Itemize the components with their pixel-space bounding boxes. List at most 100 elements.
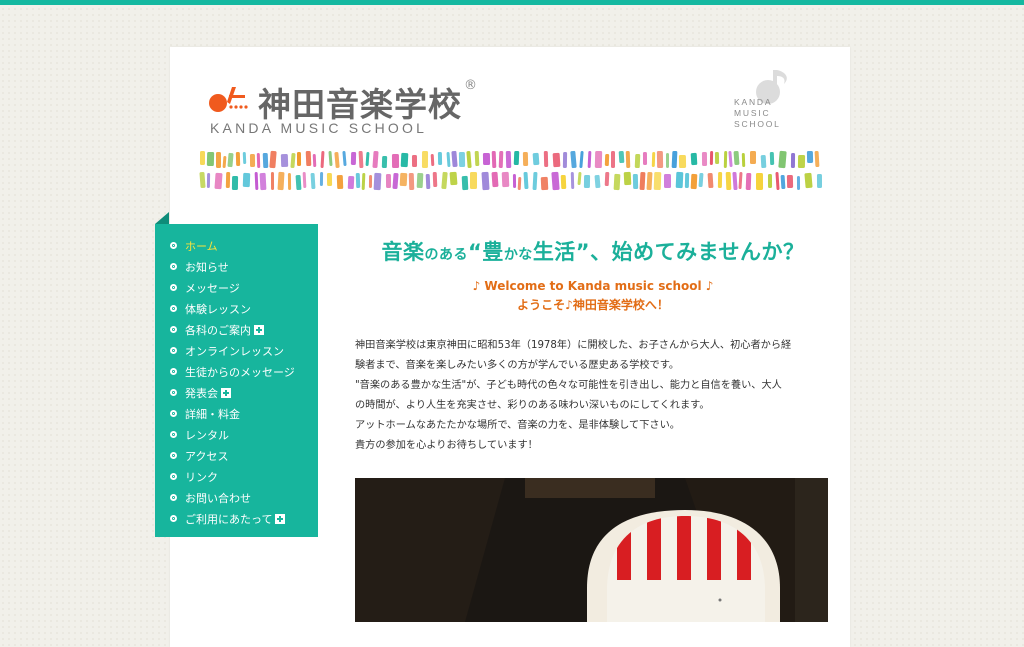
brushstroke xyxy=(656,150,664,169)
expand-plus-icon[interactable] xyxy=(221,387,231,398)
brushstroke xyxy=(707,172,714,189)
brushstroke xyxy=(461,175,469,191)
brushstroke xyxy=(491,171,499,188)
brushstroke xyxy=(796,176,801,190)
brushstroke xyxy=(432,171,438,188)
brushstroke xyxy=(775,172,780,190)
brushstroke xyxy=(319,172,324,186)
brushstroke xyxy=(368,175,373,188)
nav-item-trial-lesson[interactable]: 体験レッスン xyxy=(170,298,295,319)
bullet-icon xyxy=(170,368,177,375)
brushstroke xyxy=(358,150,364,169)
brushstroke xyxy=(741,153,746,167)
brushstroke xyxy=(769,151,775,166)
brushstroke xyxy=(498,150,504,169)
brushstroke xyxy=(780,174,786,190)
brushstroke xyxy=(416,172,424,189)
nav-item-contact[interactable]: お問い合わせ xyxy=(170,487,295,508)
expand-plus-icon[interactable] xyxy=(254,324,264,335)
brushstroke xyxy=(570,172,575,189)
brushstroke xyxy=(290,152,296,169)
page-headline: 音楽のある“豊かな生活”、始めてみませんか？ xyxy=(381,240,805,264)
brushstroke xyxy=(562,151,568,169)
nav-item-access[interactable]: アクセス xyxy=(170,445,295,466)
brushstroke xyxy=(723,151,728,168)
brushstroke xyxy=(651,152,656,167)
expand-plus-icon[interactable] xyxy=(275,513,286,524)
brushstroke xyxy=(491,150,497,169)
nav-item-details-fees[interactable]: 詳細・料金 xyxy=(170,403,295,424)
brushstroke xyxy=(441,171,448,190)
brushstroke xyxy=(310,172,316,190)
brushstroke xyxy=(684,172,690,189)
brushstroke xyxy=(256,153,261,168)
brushstroke xyxy=(583,174,591,189)
brushstroke xyxy=(242,172,251,188)
brushstroke xyxy=(305,150,312,167)
brushstroke xyxy=(532,171,538,191)
kanda-badge: KANDA MUSIC SCHOOL xyxy=(728,66,802,136)
brushstroke xyxy=(259,172,267,191)
nav-item-rental[interactable]: レンタル xyxy=(170,424,295,445)
brushstroke xyxy=(501,171,510,188)
brushstroke xyxy=(604,153,610,167)
intro-line: アットホームなあたたかな場所で、音楽の力を、是非体験して下さい。 xyxy=(355,420,680,431)
brushstroke xyxy=(806,150,814,164)
bullet-icon xyxy=(170,347,177,354)
welcome-japanese: ようこそ♪神田音楽学校へ！ xyxy=(517,298,669,312)
brushstroke xyxy=(458,151,466,168)
bullet-icon xyxy=(170,473,177,480)
brushstroke xyxy=(594,150,603,169)
nav-item-online-lesson[interactable]: オンラインレッスン xyxy=(170,340,295,361)
stage-arch-image xyxy=(355,478,828,622)
nav-item-home[interactable]: ホーム xyxy=(170,235,295,256)
brushstroke xyxy=(522,151,529,167)
brushstroke xyxy=(381,155,388,169)
brushstroke xyxy=(814,150,820,168)
intro-line: "音楽のある豊かな生活"が、子ども時代の色々な可能性を引き出し、能力と自信を養い… xyxy=(355,380,782,391)
brushstroke xyxy=(517,177,522,190)
brushstroke xyxy=(372,150,379,169)
brushstroke xyxy=(797,154,806,169)
brushstroke xyxy=(350,151,357,166)
brushstroke xyxy=(206,173,211,188)
brushstroke xyxy=(611,151,615,168)
brushstroke xyxy=(594,174,601,189)
brushstroke xyxy=(320,151,325,168)
bullet-icon xyxy=(170,284,177,291)
brushstroke xyxy=(570,150,577,169)
sidebar-fold xyxy=(155,212,169,224)
brushstroke xyxy=(334,151,340,169)
nav-item-student-messages[interactable]: 生徒からのメッセージ xyxy=(170,361,295,382)
brushstroke xyxy=(623,171,632,186)
brushstroke xyxy=(701,151,708,167)
brushstroke xyxy=(618,150,625,164)
brushstroke xyxy=(543,150,549,168)
nav-item-terms[interactable]: ご利用にあたって xyxy=(170,508,295,529)
bullet-icon xyxy=(170,242,177,249)
nav-item-links[interactable]: リンク xyxy=(170,466,295,487)
brushstroke xyxy=(199,150,206,166)
brushstroke xyxy=(552,152,561,168)
brushstroke xyxy=(336,174,344,190)
brushstroke xyxy=(392,172,399,190)
brushstroke xyxy=(560,174,567,190)
stage-photo xyxy=(355,478,828,622)
nav-item-news[interactable]: お知らせ xyxy=(170,256,295,277)
nav-item-message[interactable]: メッセージ xyxy=(170,277,295,298)
brushstroke xyxy=(625,150,631,169)
brushstroke xyxy=(604,171,610,187)
brushstroke xyxy=(639,171,646,191)
brushstroke xyxy=(214,172,223,190)
brushstroke xyxy=(717,171,723,189)
nav-item-courses[interactable]: 各科のご案内 xyxy=(170,319,295,340)
brushstroke xyxy=(231,175,239,191)
brushstroke xyxy=(745,172,752,191)
brushstroke xyxy=(437,151,443,166)
brushstroke xyxy=(613,173,621,191)
nav-item-recital[interactable]: 発表会 xyxy=(170,382,295,403)
brushstroke xyxy=(399,172,408,187)
brushstroke xyxy=(469,171,478,190)
brushstroke xyxy=(671,150,678,169)
brushstroke xyxy=(481,171,490,191)
